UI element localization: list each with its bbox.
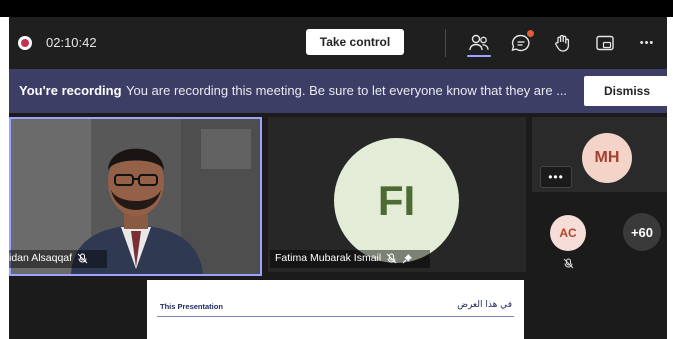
meeting-timer: 02:10:42	[46, 35, 97, 50]
participant-more-button[interactable]: •••	[540, 166, 572, 188]
banner-title: You're recording	[19, 83, 122, 98]
raise-hand-icon[interactable]	[549, 29, 577, 57]
take-control-button[interactable]: Take control	[306, 29, 404, 55]
chat-notification-badge	[527, 30, 534, 37]
avatar-mh: MH	[582, 133, 632, 183]
mic-off-icon	[77, 253, 88, 263]
speaker-name: idan Alsaqqaf	[9, 252, 73, 264]
left-edge	[0, 17, 9, 339]
slide-title-en: This Presentation	[160, 302, 223, 311]
top-black-strip	[0, 0, 673, 17]
people-active-indicator	[467, 55, 491, 57]
recording-banner: You're recording You are recording this …	[9, 69, 670, 113]
banner-message: You are recording this meeting. Be sure …	[126, 83, 568, 98]
shared-presentation: This Presentation في هذا العرض	[147, 280, 524, 339]
dismiss-button[interactable]: Dismiss	[584, 76, 670, 106]
recording-indicator-icon	[18, 36, 32, 50]
fatima-name-tag: Fatima Mubarak Ismail	[275, 252, 413, 264]
avatar-fi: FI	[334, 138, 459, 263]
avatar-ac[interactable]: AC	[550, 215, 586, 251]
speaker-name-tag: idan Alsaqqaf	[9, 252, 88, 264]
fatima-name: Fatima Mubarak Ismail	[275, 252, 382, 264]
meeting-toolbar: 02:10:42 Take control •••	[9, 17, 667, 69]
right-edge	[667, 17, 673, 339]
meeting-window: 02:10:42 Take control ••• You're recordi…	[0, 0, 673, 339]
share-tray-icon[interactable]	[591, 29, 619, 57]
people-icon[interactable]	[465, 29, 493, 57]
slide-title-ar: في هذا العرض	[457, 300, 512, 310]
more-participants-count[interactable]: +60	[623, 213, 661, 251]
mic-off-icon	[386, 253, 397, 263]
toolbar-divider	[445, 29, 446, 57]
mic-off-icon	[563, 258, 574, 269]
pin-icon[interactable]	[402, 253, 413, 264]
more-icon[interactable]: •••	[633, 29, 661, 57]
slide-title-rule	[157, 316, 514, 317]
